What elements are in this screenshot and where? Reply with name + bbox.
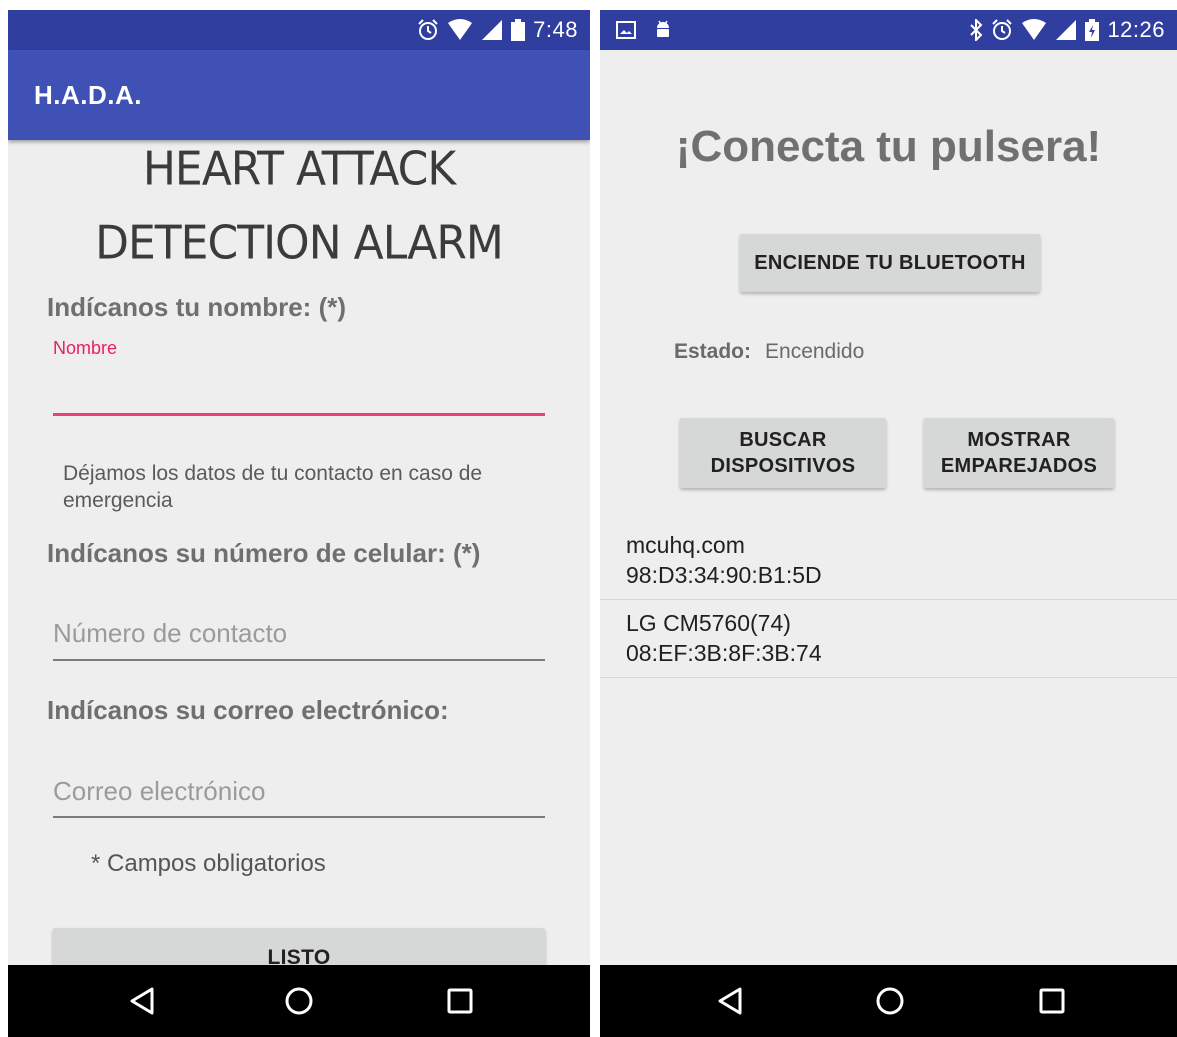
paired-button-line-1: MOSTRAR bbox=[967, 429, 1071, 451]
hero-line-2: DETECTION ALARM bbox=[95, 216, 504, 271]
name-input[interactable] bbox=[53, 360, 545, 418]
email-input-underline bbox=[53, 816, 545, 818]
alarm-icon bbox=[418, 19, 438, 40]
navigation-bar bbox=[8, 965, 590, 1037]
battery-charging-icon bbox=[1085, 19, 1100, 41]
signal-icon bbox=[1056, 20, 1077, 40]
name-label: Indícanos tu nombre: (*) bbox=[47, 292, 346, 322]
back-button[interactable] bbox=[710, 981, 750, 1021]
gallery-icon bbox=[616, 21, 636, 39]
bluetooth-icon bbox=[970, 19, 983, 41]
status-key: Estado: bbox=[674, 340, 752, 363]
right-screen: 12:26 ¡Conecta tu pulsera! ENCIENDE TU B… bbox=[600, 10, 1177, 1037]
hero-line-1: HEART ATTACK bbox=[142, 142, 456, 197]
email-input[interactable]: Correo electrónico bbox=[53, 766, 545, 818]
email-placeholder: Correo electrónico bbox=[53, 776, 266, 806]
recents-button[interactable] bbox=[440, 981, 480, 1021]
notification-icons bbox=[616, 10, 672, 50]
signal-icon bbox=[482, 20, 503, 40]
status-icons: 7:48 bbox=[417, 10, 578, 50]
email-label: Indícanos su correo electrónico: bbox=[47, 695, 449, 725]
app-bar: H.A.D.A. bbox=[8, 50, 590, 140]
left-screen: 7:48 H.A.D.A. HEART ATTACK DETECTION ALA… bbox=[8, 10, 590, 1037]
required-note: * Campos obligatorios bbox=[91, 850, 326, 877]
phone-label: Indícanos su número de celular: (*) bbox=[47, 538, 481, 568]
recents-icon bbox=[1039, 988, 1065, 1014]
device-list-item[interactable]: LG CM5760(74) 08:EF:3B:8F:3B:74 bbox=[600, 600, 1177, 678]
device-list-item[interactable]: mcuhq.com 98:D3:34:90:B1:5D bbox=[600, 522, 1177, 600]
battery-icon bbox=[511, 19, 526, 41]
recents-icon bbox=[447, 988, 473, 1014]
app-title: H.A.D.A. bbox=[34, 80, 142, 110]
back-button[interactable] bbox=[122, 981, 162, 1021]
emergency-hint-line-1: Déjamos los datos de tu contacto en caso… bbox=[63, 462, 483, 485]
device-address: 98:D3:34:90:B1:5D bbox=[626, 562, 822, 588]
recents-button[interactable] bbox=[1032, 981, 1072, 1021]
emergency-hint-line-2: emergencia bbox=[63, 489, 173, 512]
page-title: ¡Conecta tu pulsera! bbox=[675, 122, 1102, 171]
back-icon bbox=[718, 987, 742, 1015]
device-name: mcuhq.com bbox=[626, 532, 745, 558]
search-button-line-2: DISPOSITIVOS bbox=[710, 455, 856, 477]
wifi-icon bbox=[448, 19, 473, 40]
status-bar: 12:26 bbox=[600, 10, 1177, 50]
home-button[interactable] bbox=[279, 981, 319, 1021]
phone-input-underline bbox=[53, 659, 545, 661]
emergency-hint: Déjamos los datos de tu contacto en caso… bbox=[63, 460, 482, 514]
search-devices-button[interactable]: BUSCAR DISPOSITIVOS bbox=[680, 418, 886, 488]
bluetooth-button[interactable]: ENCIENDE TU BLUETOOTH bbox=[740, 234, 1040, 292]
show-paired-button[interactable]: MOSTRAR EMPAREJADOS bbox=[924, 418, 1114, 488]
phone-input[interactable]: Número de contacto bbox=[53, 608, 545, 660]
status-time: 7:48 bbox=[533, 17, 578, 42]
status-icons: 12:26 bbox=[969, 10, 1165, 50]
status-value: Encendido bbox=[765, 340, 865, 363]
device-name: LG CM5760(74) bbox=[626, 610, 791, 636]
wifi-icon bbox=[1022, 19, 1047, 40]
home-icon bbox=[876, 987, 904, 1015]
navigation-bar bbox=[600, 965, 1177, 1037]
status-bar: 7:48 bbox=[8, 10, 590, 50]
device-address: 08:EF:3B:8F:3B:74 bbox=[626, 640, 822, 666]
bluetooth-status: Estado: Encendido bbox=[674, 340, 864, 364]
paired-button-line-2: EMPAREJADOS bbox=[940, 455, 1098, 477]
status-time: 12:26 bbox=[1107, 17, 1165, 42]
search-button-line-1: BUSCAR bbox=[739, 429, 827, 451]
back-icon bbox=[130, 987, 154, 1015]
name-float-label: Nombre bbox=[53, 338, 118, 358]
name-input-underline bbox=[53, 413, 545, 416]
android-icon bbox=[657, 20, 669, 37]
phone-placeholder: Número de contacto bbox=[53, 618, 288, 648]
home-icon bbox=[285, 987, 313, 1015]
home-button[interactable] bbox=[870, 981, 910, 1021]
alarm-icon bbox=[992, 19, 1013, 40]
